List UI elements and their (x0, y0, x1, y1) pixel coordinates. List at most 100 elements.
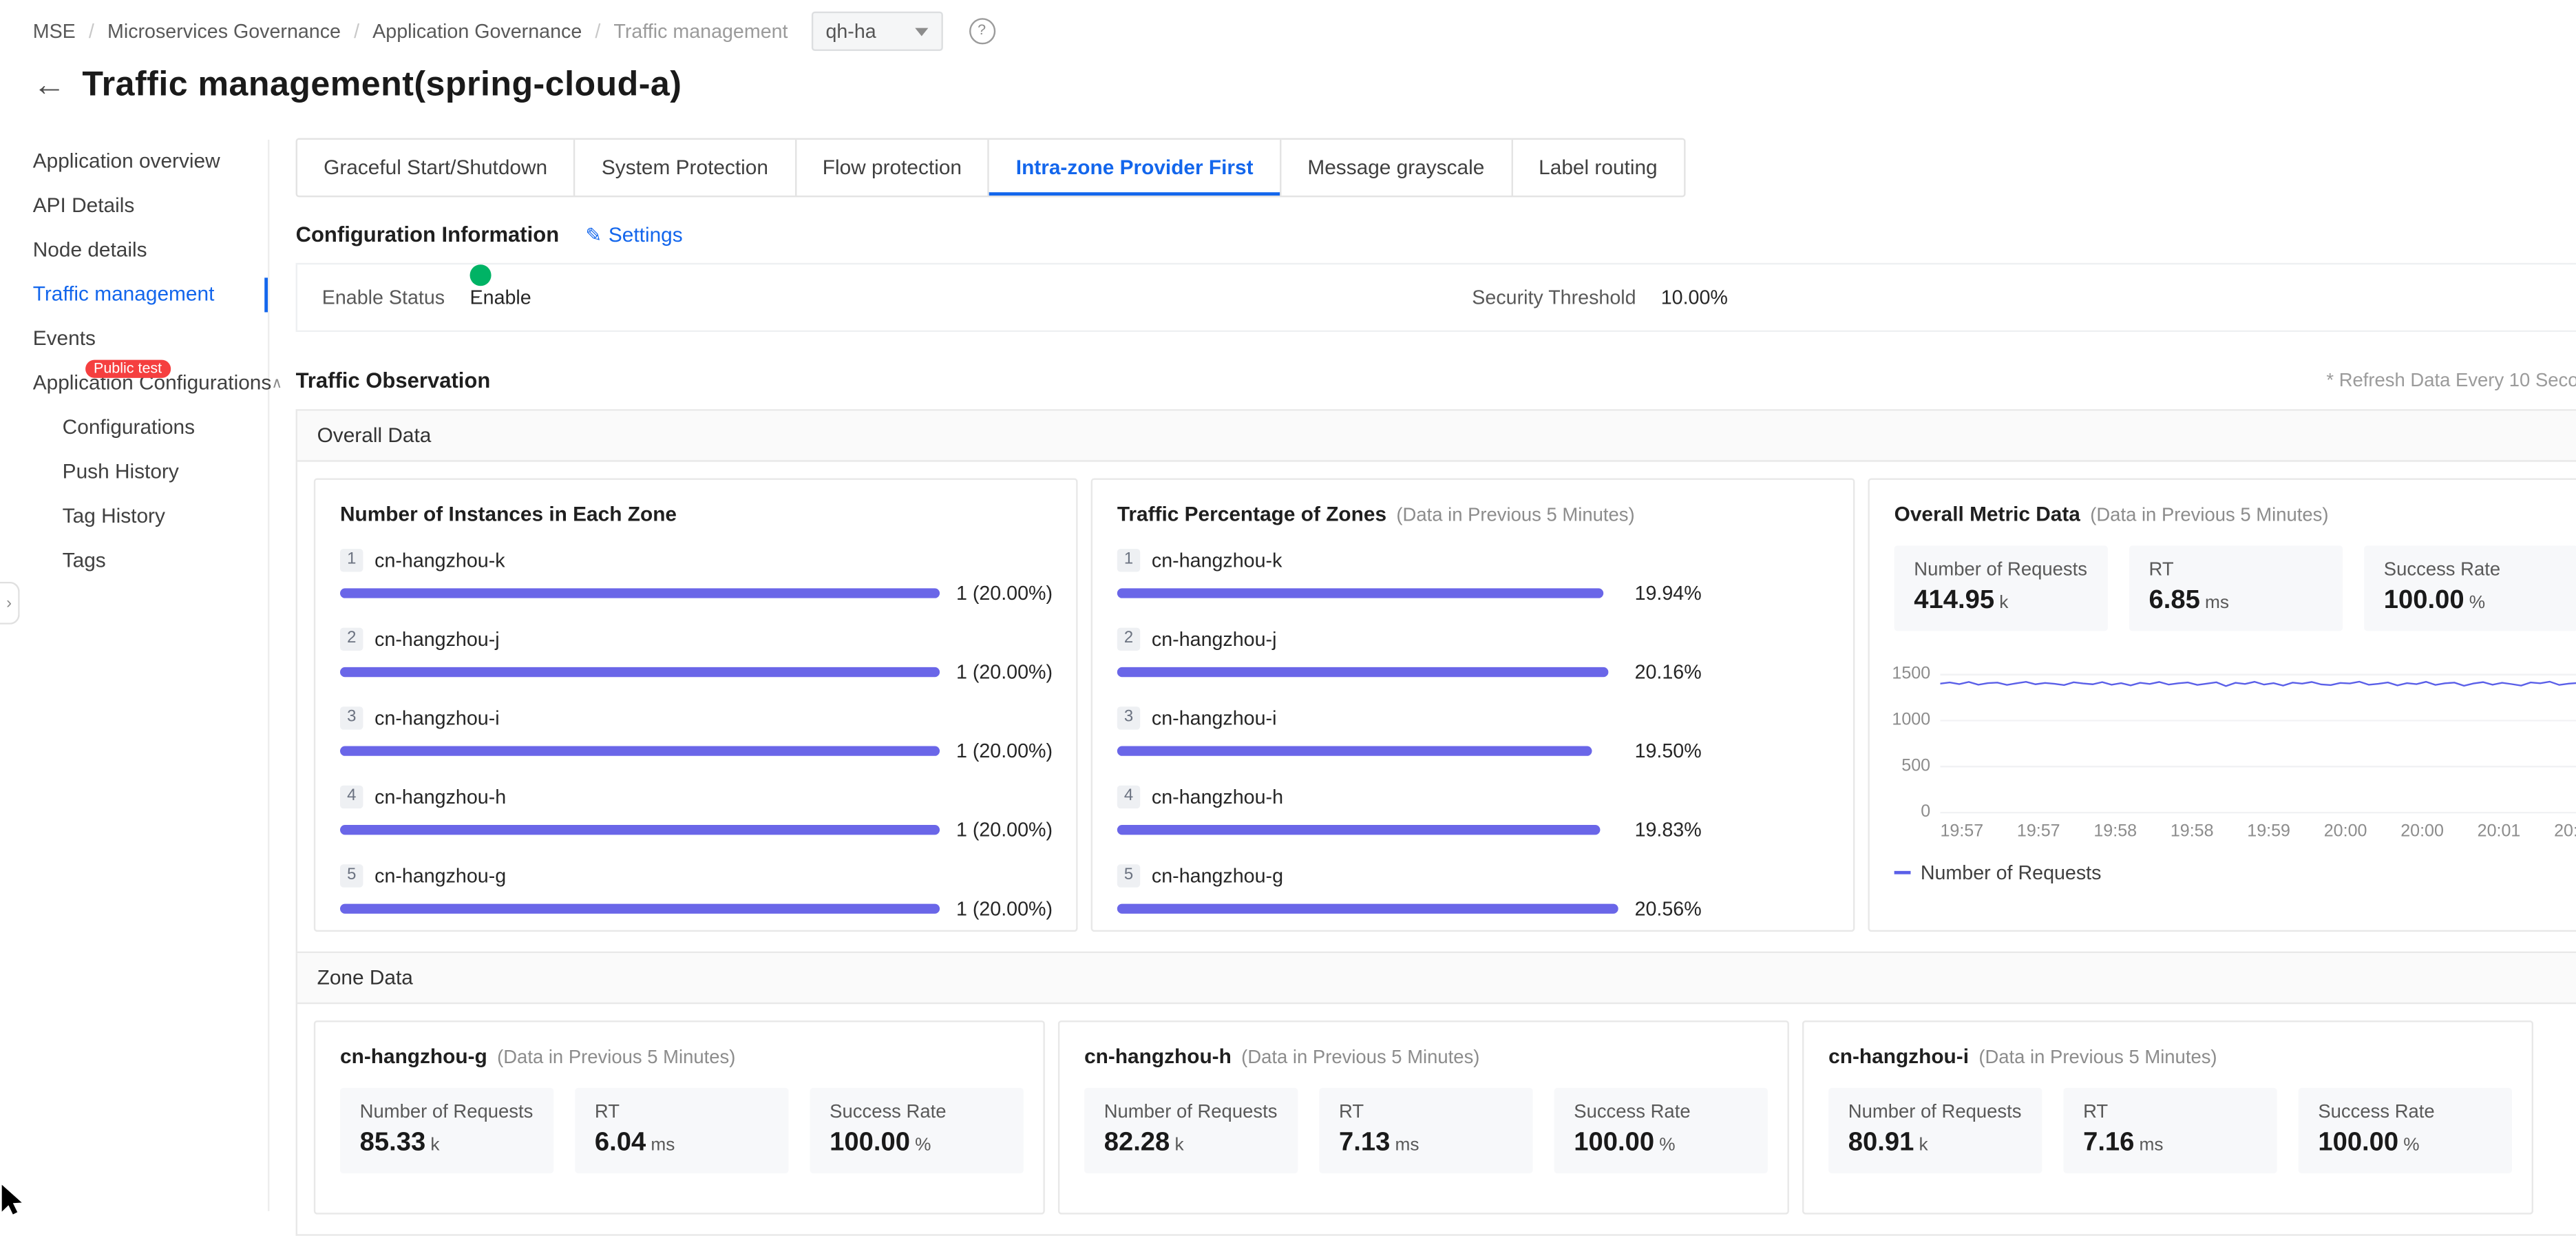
sidebar-subitem-push-history[interactable]: Push History (0, 450, 268, 494)
bar-track (340, 904, 940, 914)
breadcrumb-item-mse[interactable]: MSE (33, 20, 76, 43)
zone-bar-row: 5cn-hangzhou-g 1 (20.00%) (340, 864, 1051, 920)
zone-name: cn-hangzhou-h (1152, 786, 1283, 808)
bar-value: 19.94% (1635, 582, 1702, 605)
sidebar-item-events[interactable]: Events (0, 317, 268, 362)
tab-label-routing[interactable]: Label routing (1512, 140, 1684, 196)
sidebar-item-label: Events (33, 317, 96, 362)
stat-value: 82.28 (1104, 1129, 1170, 1158)
stat-label: Success Rate (2318, 1102, 2492, 1122)
bar-value: 19.50% (1635, 740, 1702, 762)
sidebar-item-label: Tags (63, 539, 106, 583)
card-title: Number of Instances in Each Zone (340, 503, 677, 525)
stat-box-number-of-requests: Number of Requests 85.33k (340, 1088, 553, 1173)
sidebar-item-application-configurations[interactable]: Public test Application Configurations ∧ (0, 362, 268, 406)
breadcrumb-item-application-governance[interactable]: Application Governance (372, 20, 582, 43)
stat-box-rt: RT 6.04ms (575, 1088, 788, 1173)
stat-unit: ms (2205, 594, 2229, 614)
stat-unit: ms (2140, 1135, 2164, 1155)
tab-flow-protection[interactable]: Flow protection (796, 140, 990, 196)
zone-card-cn-hangzhou-g: cn-hangzhou-g (Data in Previous 5 Minute… (314, 1020, 1045, 1215)
sidebar-subitem-tag-history[interactable]: Tag History (0, 494, 268, 538)
chevron-up-icon[interactable]: ∧ (271, 362, 282, 406)
stat-label: Success Rate (1574, 1102, 1748, 1122)
help-icon[interactable]: ? (969, 18, 995, 44)
sidebar-item-application-overview[interactable]: Application overview (0, 140, 268, 184)
bar (340, 825, 940, 835)
stat-value: 6.85 (2149, 587, 2200, 615)
breadcrumb-item-microservices-governance[interactable]: Microservices Governance (107, 20, 341, 43)
stat-label: Number of Requests (1914, 561, 2088, 580)
zone-card-subtitle: (Data in Previous 5 Minutes) (1978, 1049, 2217, 1069)
tab-graceful-start-shutdown[interactable]: Graceful Start/Shutdown (297, 140, 576, 196)
y-tick: 500 (1901, 757, 1930, 774)
mouse-cursor-icon (0, 1185, 30, 1215)
zone-card-subtitle: (Data in Previous 5 Minutes) (1241, 1049, 1479, 1069)
tab-intra-zone-provider-first[interactable]: Intra-zone Provider First (990, 140, 1282, 196)
bar (1117, 667, 1609, 677)
rank-badge: 3 (1117, 706, 1140, 729)
sidebar-collapse-handle[interactable]: › (0, 582, 20, 625)
rank-badge: 1 (1117, 549, 1140, 572)
sidebar-subitem-configurations[interactable]: Configurations (0, 406, 268, 450)
tab-message-grayscale[interactable]: Message grayscale (1281, 140, 1512, 196)
sidebar-item-label: Application overview (33, 140, 220, 184)
bar (340, 667, 940, 677)
zone-data-panel: Zone Data cn-hangzhou-g (Data in Previou… (296, 953, 2576, 1235)
bar-value: 1 (20.00%) (956, 660, 1053, 683)
bar-track (1117, 588, 1618, 598)
breadcrumb-separator: / (595, 20, 600, 43)
y-tick: 1000 (1892, 711, 1930, 728)
bar-track (340, 667, 940, 677)
traffic-percentage-card: Traffic Percentage of Zones (Data in Pre… (1091, 478, 1855, 932)
zone-bar-row: 5cn-hangzhou-g 20.56% (1117, 864, 1828, 920)
back-arrow-icon[interactable]: ← (33, 69, 66, 102)
x-tick: 20:00 (2400, 821, 2444, 841)
stat-box-success-rate: Success Rate 100.00% (2299, 1088, 2512, 1173)
stat-unit: % (1659, 1135, 1675, 1155)
section-title: Configuration Information (296, 222, 560, 247)
card-subtitle: (Data in Previous 5 Minutes) (2090, 506, 2328, 526)
y-tick: 0 (1921, 804, 1930, 820)
zone-bar-row: 3cn-hangzhou-i 1 (20.00%) (340, 706, 1051, 762)
stat-unit: k (1174, 1135, 1183, 1155)
sidebar-item-label: Configurations (63, 406, 195, 450)
bar (1117, 746, 1592, 755)
zone-name: cn-hangzhou-g (1152, 864, 1283, 887)
x-tick: 19:58 (2171, 821, 2214, 841)
stat-unit: % (915, 1135, 931, 1155)
stat-box-success-rate: Success Rate 100.00% (1554, 1088, 1768, 1173)
zone-name: cn-hangzhou-j (1152, 628, 1277, 651)
card-title: Overall Metric Data (1894, 503, 2080, 525)
stat-unit: ms (1395, 1135, 1419, 1155)
breadcrumb: MSE / Microservices Governance / Applica… (33, 12, 995, 51)
bar (340, 588, 940, 598)
zone-bar-row: 4cn-hangzhou-h 1 (20.00%) (340, 786, 1051, 841)
env-selector-dropdown[interactable]: qh-ha (811, 12, 942, 51)
x-tick: 19:57 (2017, 821, 2060, 841)
stat-box-success-rate: Success Rate 100.00% (810, 1088, 1024, 1173)
sidebar-item-traffic-management[interactable]: Traffic management (0, 273, 268, 317)
tab-system-protection[interactable]: System Protection (576, 140, 796, 196)
stat-box-number-of-requests: Number of Requests 80.91k (1828, 1088, 2042, 1173)
sidebar-item-node-details[interactable]: Node details (0, 229, 268, 273)
bar-track (1117, 825, 1618, 835)
traffic-observation-title: Traffic Observation (296, 368, 491, 393)
bar-track (1117, 904, 1618, 914)
settings-button[interactable]: ✎ Settings (585, 222, 682, 245)
sidebar-item-api-details[interactable]: API Details (0, 184, 268, 228)
security-threshold-label: Security Threshold (1472, 264, 1636, 330)
overall-data-panel-header: Overall Data (297, 411, 2576, 462)
zone-name: cn-hangzhou-i (1152, 706, 1277, 729)
zone-card-subtitle: (Data in Previous 5 Minutes) (497, 1049, 735, 1069)
stat-label: Number of Requests (1104, 1102, 1278, 1122)
sidebar: Application overview API Details Node de… (0, 140, 269, 1211)
bar (1117, 825, 1601, 835)
page-title-row: ← Traffic management(spring-cloud-a) (33, 65, 682, 105)
sidebar-item-label: Traffic management (33, 273, 215, 317)
sidebar-subitem-tags[interactable]: Tags (0, 539, 268, 583)
x-tick: 19:59 (2247, 821, 2290, 841)
chart-legend[interactable]: Number of Requests (1894, 861, 2576, 884)
security-threshold-value: 10.00% (1661, 264, 1728, 330)
zone-card-title: cn-hangzhou-g (340, 1045, 487, 1068)
